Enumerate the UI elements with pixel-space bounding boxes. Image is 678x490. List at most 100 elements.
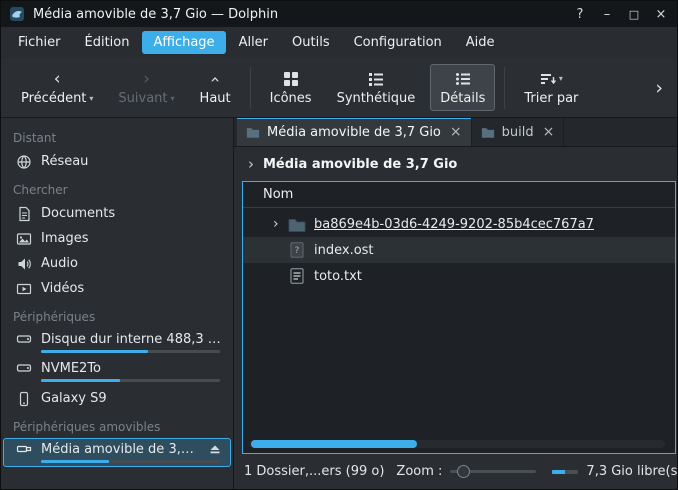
- forward-button[interactable]: › Suivant ▾: [108, 64, 184, 111]
- sidebar-item-label: Vidéos: [41, 281, 84, 296]
- scrollbar-thumb[interactable]: [251, 440, 417, 448]
- file-name[interactable]: toto.txt: [314, 269, 362, 284]
- menu-edition[interactable]: Édition: [74, 31, 141, 54]
- zoom-slider-handle[interactable]: [457, 465, 470, 478]
- minimize-button[interactable]: –: [595, 4, 619, 24]
- menu-affichage[interactable]: Affichage: [142, 31, 225, 54]
- sidebar-item-label: Galaxy S9: [41, 391, 107, 406]
- folder-icon: [246, 126, 260, 139]
- videos-icon: [16, 281, 32, 297]
- dropdown-arrow-icon: ▾: [171, 94, 175, 103]
- audio-icon: [16, 256, 32, 272]
- disk-usage-bar: [41, 379, 220, 382]
- smartphone-icon: [16, 391, 32, 407]
- file-name[interactable]: index.ost: [314, 243, 374, 258]
- column-header-nom[interactable]: Nom: [243, 182, 675, 208]
- breadcrumb[interactable]: › Média amovible de 3,7 Gio: [234, 147, 677, 181]
- tab-label: build: [502, 125, 534, 140]
- back-button[interactable]: ‹ Précédent▾: [11, 64, 103, 111]
- zoom-slider[interactable]: [450, 464, 536, 479]
- menu-outils[interactable]: Outils: [281, 31, 341, 54]
- sidebar-item-images[interactable]: Images: [3, 226, 231, 251]
- svg-text:?: ?: [295, 246, 300, 256]
- forward-label: Suivant: [118, 91, 167, 106]
- chevron-up-icon: ›: [205, 69, 225, 89]
- chevron-left-icon: ‹: [47, 69, 67, 89]
- tab-close-icon[interactable]: ×: [543, 124, 555, 140]
- status-bar: 1 Dossier,...ers (99 o) Zoom : 7,3 Gio l…: [234, 454, 677, 489]
- free-space-bar: [552, 470, 578, 474]
- eject-icon[interactable]: [208, 442, 222, 456]
- disk-usage-bar: [41, 460, 220, 463]
- view-compact-label: Synthétique: [337, 91, 416, 106]
- menu-fichier[interactable]: Fichier: [7, 31, 72, 54]
- usb-drive-icon: [16, 441, 32, 457]
- file-row-toto-txt[interactable]: toto.txt: [243, 263, 675, 289]
- sidebar-item-label: Disque dur interne 488,3 G...: [41, 332, 222, 347]
- chevron-right-icon: ›: [136, 69, 156, 89]
- help-button[interactable]: ?: [568, 4, 592, 24]
- disk-usage-bar: [41, 350, 220, 353]
- sidebar-item-audio[interactable]: Audio: [3, 251, 231, 276]
- sidebar-item-galaxy-s9[interactable]: Galaxy S9: [3, 386, 231, 411]
- items-summary: 1 Dossier,...ers (99 o): [244, 464, 384, 479]
- toolbar-overflow-icon[interactable]: ›: [651, 77, 667, 99]
- tab-close-icon[interactable]: ×: [450, 124, 462, 140]
- view-icons-label: Icônes: [270, 91, 312, 106]
- expander-icon[interactable]: ›: [273, 216, 288, 232]
- breadcrumb-location[interactable]: Média amovible de 3,7 Gio: [263, 157, 457, 172]
- menu-configuration[interactable]: Configuration: [343, 31, 453, 54]
- close-button[interactable]: ×: [649, 4, 673, 24]
- titlebar: Média amovible de 3,7 Gio — Dolphin ? – …: [1, 1, 677, 27]
- file-view: Nom › ba869e4b-03d6-4249-9202-85b4cec767…: [242, 181, 676, 454]
- main-toolbar: ‹ Précédent▾ › Suivant▾ › Haut Icônes Sy…: [1, 58, 677, 118]
- sidebar-item-label: NVME2To: [41, 361, 101, 376]
- maximize-button[interactable]: □: [622, 4, 646, 24]
- tab-build[interactable]: build ×: [472, 118, 565, 146]
- tab-bar: Média amovible de 3,7 Gio × build ×: [234, 118, 677, 147]
- view-details-button[interactable]: Détails: [430, 64, 495, 111]
- chevron-right-icon: ›: [248, 155, 254, 173]
- network-icon: [16, 154, 32, 170]
- view-compact-button[interactable]: Synthétique: [327, 64, 426, 111]
- documents-icon: [16, 206, 32, 222]
- toolbar-separator: [250, 67, 251, 109]
- file-row-folder[interactable]: › ba869e4b-03d6-4249-9202-85b4cec767a7: [243, 211, 675, 237]
- menu-aide[interactable]: Aide: [455, 31, 506, 54]
- view-details-label: Détails: [440, 91, 485, 106]
- sidebar-item-label: Documents: [41, 206, 115, 221]
- view-details-icon: [453, 69, 473, 89]
- sidebar-item-label: Images: [41, 231, 89, 246]
- sidebar-item-documents[interactable]: Documents: [3, 201, 231, 226]
- back-label: Précédent: [21, 91, 86, 106]
- images-icon: [16, 231, 32, 247]
- file-row-index-ost[interactable]: ? index.ost: [243, 237, 675, 263]
- text-file-icon: [288, 268, 306, 284]
- view-icons-button[interactable]: Icônes: [260, 64, 322, 111]
- sidebar-item-label: Réseau: [41, 154, 88, 169]
- up-button[interactable]: › Haut: [190, 64, 241, 111]
- sort-icon: ▾: [540, 69, 563, 89]
- sort-by-button[interactable]: ▾ Trier par: [514, 64, 588, 111]
- window-title: Média amovible de 3,7 Gio — Dolphin: [33, 7, 278, 22]
- sidebar-item-videos[interactable]: Vidéos: [3, 276, 231, 301]
- window-controls: ? – □ ×: [568, 4, 673, 24]
- sidebar-item-reseau[interactable]: Réseau: [3, 149, 231, 174]
- file-name[interactable]: ba869e4b-03d6-4249-9202-85b4cec767a7: [314, 217, 594, 232]
- places-panel: Distant Réseau Chercher Documents: [1, 118, 234, 489]
- sidebar-item-label: Média amovible de 3,7 ...: [41, 442, 199, 457]
- sort-by-label: Trier par: [524, 91, 578, 106]
- sidebar-item-nvme2to[interactable]: NVME2To: [3, 357, 231, 386]
- sidebar-item-media-amovible[interactable]: Média amovible de 3,7 ...: [3, 438, 231, 467]
- horizontal-scrollbar[interactable]: [249, 440, 665, 448]
- sidebar-item-disque-interne[interactable]: Disque dur interne 488,3 G...: [3, 328, 231, 357]
- menu-aller[interactable]: Aller: [228, 31, 279, 54]
- tab-label: Média amovible de 3,7 Gio: [267, 125, 441, 140]
- dropdown-arrow-icon: ▾: [89, 94, 93, 103]
- dolphin-app-icon: [9, 6, 25, 22]
- view-compact-icon: [366, 69, 386, 89]
- hard-drive-icon: [16, 360, 32, 376]
- free-space-text: 7,3 Gio libre(s): [586, 464, 678, 479]
- tab-media-amovible[interactable]: Média amovible de 3,7 Gio ×: [237, 118, 472, 146]
- view-icons-icon: [281, 69, 301, 89]
